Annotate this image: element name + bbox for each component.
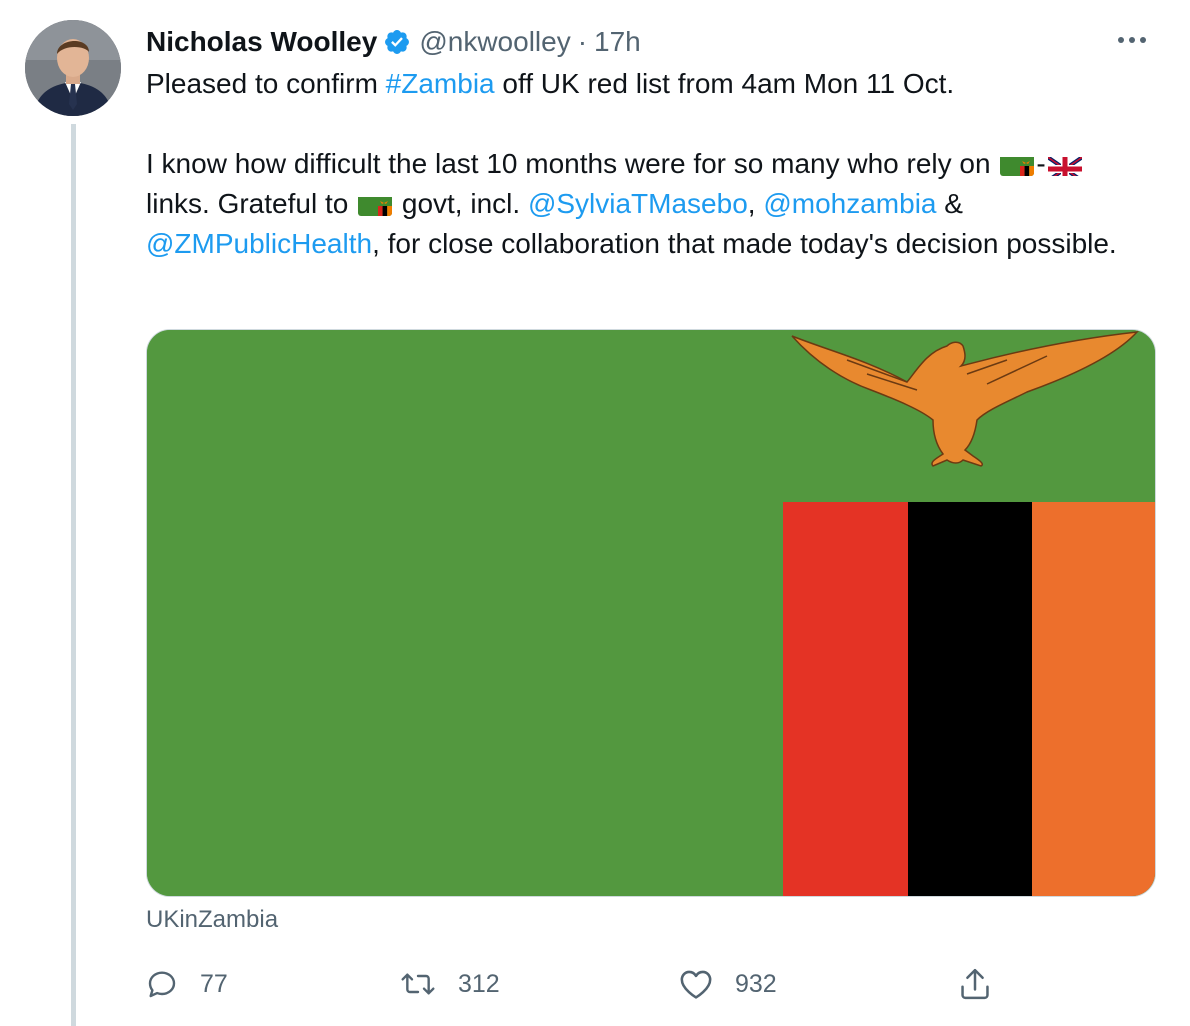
tweet-paragraph-2: I know how difficult the last 10 months …: [146, 144, 1156, 264]
zambia-flag-image: [147, 330, 1155, 896]
flag-black-stripe: [908, 502, 1032, 896]
like-count: 932: [735, 969, 777, 998]
share-icon: [958, 966, 992, 1002]
flag-red-stripe: [783, 502, 908, 896]
media-source-label[interactable]: UKinZambia: [146, 906, 278, 934]
tweet-header: Nicholas Woolley @nkwoolley · 17h: [146, 24, 641, 60]
reply-count: 77: [200, 969, 228, 998]
text-segment: off UK red list from 4am Mon 11 Oct.: [494, 68, 955, 99]
reply-icon: [146, 968, 178, 1000]
zambia-flag-icon: [358, 192, 393, 216]
heart-icon: [679, 968, 713, 1000]
avatar-photo: [25, 20, 121, 116]
author-avatar[interactable]: [25, 20, 121, 116]
more-options-icon[interactable]: [1112, 22, 1152, 58]
uk-flag-icon: [1047, 152, 1082, 176]
text-segment: &: [936, 188, 963, 219]
thread-connector-line: [71, 124, 76, 1026]
text-segment: I know how difficult the last 10 months …: [146, 148, 999, 179]
tweet-text: Pleased to confirm #Zambia off UK red li…: [146, 64, 1156, 264]
separator-dot: ·: [577, 26, 588, 57]
mention-link-zmpublichealth[interactable]: @ZMPublicHealth: [146, 228, 372, 259]
mention-link-mohzambia[interactable]: @mohzambia: [763, 188, 936, 219]
author-name[interactable]: Nicholas Woolley: [146, 26, 377, 58]
retweet-icon: [400, 968, 436, 1000]
flag-orange-stripe: [1032, 502, 1155, 896]
retweet-button[interactable]: 312: [400, 962, 500, 1006]
hashtag-link[interactable]: #Zambia: [386, 68, 495, 99]
text-segment: govt, incl.: [394, 188, 528, 219]
like-button[interactable]: 932: [679, 962, 777, 1006]
reply-button[interactable]: 77: [146, 962, 228, 1006]
share-button[interactable]: [958, 962, 992, 1006]
text-segment: , for close collaboration that made toda…: [372, 228, 1117, 259]
verified-badge-icon: [383, 28, 411, 56]
text-segment: -: [1036, 148, 1046, 179]
tweet-paragraph-1: Pleased to confirm #Zambia off UK red li…: [146, 64, 1156, 104]
text-segment: Pleased to confirm: [146, 68, 386, 99]
retweet-count: 312: [458, 969, 500, 998]
zambia-flag-icon: [1000, 152, 1035, 176]
mention-link-sylviatmasebo[interactable]: @SylviaTMasebo: [528, 188, 748, 219]
text-segment: ,: [747, 188, 764, 219]
author-handle[interactable]: @nkwoolley: [419, 26, 570, 58]
tweet-action-bar: 77 312 932: [146, 962, 1156, 1006]
tweet-timestamp[interactable]: 17h: [594, 26, 641, 58]
tweet-media-image[interactable]: [146, 329, 1156, 897]
text-segment: links. Grateful to: [146, 188, 357, 219]
